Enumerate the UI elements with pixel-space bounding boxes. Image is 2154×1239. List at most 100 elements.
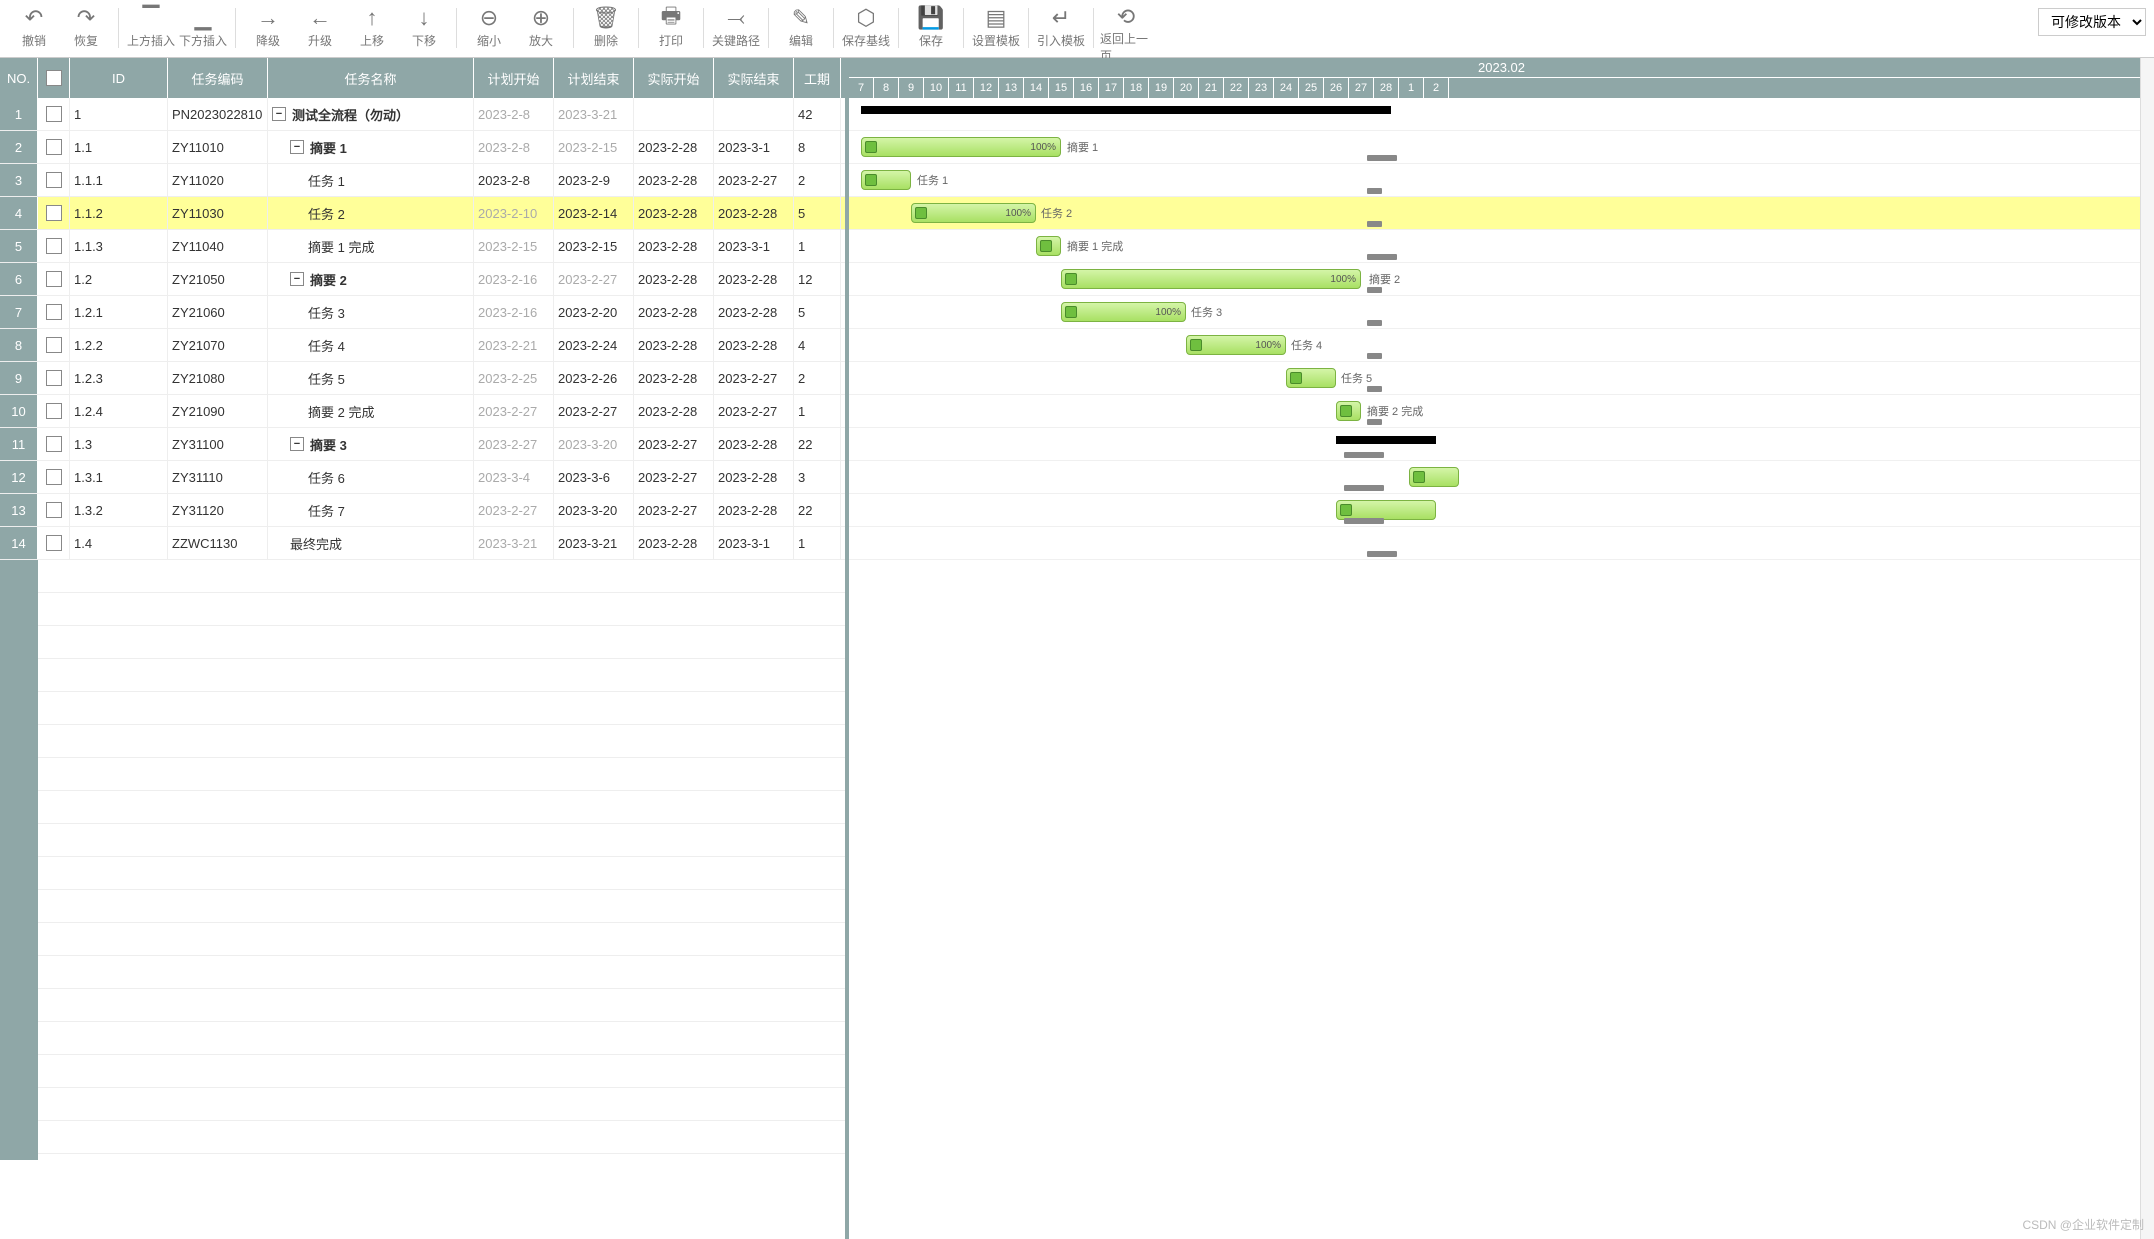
cell-actual-start[interactable]: 2023-2-28 bbox=[634, 395, 714, 427]
cell-duration[interactable]: 5 bbox=[794, 296, 841, 328]
move-up-button[interactable]: ↑上移 bbox=[346, 4, 398, 54]
row-checkbox[interactable] bbox=[46, 205, 62, 221]
cell-id[interactable]: 1.1.3 bbox=[70, 230, 168, 262]
back-button[interactable]: ⟲返回上一页 bbox=[1100, 4, 1152, 54]
cell-name[interactable]: 摘要 2 完成 bbox=[268, 395, 474, 427]
timeline-day[interactable]: 20 bbox=[1174, 78, 1199, 98]
gantt-bar[interactable] bbox=[1036, 236, 1061, 256]
save-button[interactable]: 💾保存 bbox=[905, 4, 957, 54]
table-row[interactable]: 141.4ZZWC1130最终完成2023-3-212023-3-212023-… bbox=[0, 527, 845, 560]
cell-plan-end[interactable]: 2023-3-21 bbox=[554, 527, 634, 559]
cell-duration[interactable]: 4 bbox=[794, 329, 841, 361]
zoom-in-button[interactable]: ⊕放大 bbox=[515, 4, 567, 54]
cell-plan-start[interactable]: 2023-2-21 bbox=[474, 329, 554, 361]
timeline-day[interactable]: 10 bbox=[924, 78, 949, 98]
cell-duration[interactable]: 42 bbox=[794, 98, 841, 130]
timeline-day[interactable]: 18 bbox=[1124, 78, 1149, 98]
row-checkbox[interactable] bbox=[46, 139, 62, 155]
gantt-row[interactable]: 100%任务 3 bbox=[849, 296, 2154, 329]
cell-plan-end[interactable]: 2023-3-20 bbox=[554, 494, 634, 526]
table-row[interactable]: 121.3.1ZY31110任务 62023-3-42023-3-62023-2… bbox=[0, 461, 845, 494]
cell-name[interactable]: 最终完成 bbox=[268, 527, 474, 559]
table-row[interactable]: 61.2ZY21050−摘要 22023-2-162023-2-272023-2… bbox=[0, 263, 845, 296]
timeline-day[interactable]: 23 bbox=[1249, 78, 1274, 98]
expand-icon[interactable]: − bbox=[290, 437, 304, 451]
redo-button[interactable]: ↷恢复 bbox=[60, 4, 112, 54]
indent-button[interactable]: ←升级 bbox=[294, 4, 346, 54]
cell-plan-start[interactable]: 2023-3-4 bbox=[474, 461, 554, 493]
cell-plan-start[interactable]: 2023-2-16 bbox=[474, 296, 554, 328]
progress-handle-icon[interactable] bbox=[1190, 339, 1202, 351]
undo-button[interactable]: ↶撤销 bbox=[8, 4, 60, 54]
set-template-button[interactable]: ▤设置模板 bbox=[970, 4, 1022, 54]
cell-plan-end[interactable]: 2023-3-20 bbox=[554, 428, 634, 460]
cell-duration[interactable]: 1 bbox=[794, 395, 841, 427]
progress-handle-icon[interactable] bbox=[1040, 240, 1052, 252]
table-row[interactable]: 131.3.2ZY31120任务 72023-2-272023-3-202023… bbox=[0, 494, 845, 527]
cell-actual-end[interactable]: 2023-2-27 bbox=[714, 395, 794, 427]
row-checkbox[interactable] bbox=[46, 238, 62, 254]
cell-id[interactable]: 1.1.1 bbox=[70, 164, 168, 196]
timeline-day[interactable]: 26 bbox=[1324, 78, 1349, 98]
cell-code[interactable]: ZY11010 bbox=[168, 131, 268, 163]
gantt-row[interactable]: 任务 1 bbox=[849, 164, 2154, 197]
cell-id[interactable]: 1.3.2 bbox=[70, 494, 168, 526]
table-row[interactable]: 21.1ZY11010−摘要 12023-2-82023-2-152023-2-… bbox=[0, 131, 845, 164]
gantt-row[interactable] bbox=[849, 428, 2154, 461]
cell-duration[interactable]: 1 bbox=[794, 230, 841, 262]
save-baseline-button[interactable]: ⬡保存基线 bbox=[840, 4, 892, 54]
cell-code[interactable]: ZY11040 bbox=[168, 230, 268, 262]
progress-handle-icon[interactable] bbox=[1065, 306, 1077, 318]
col-header-name[interactable]: 任务名称 bbox=[268, 58, 474, 98]
edit-button[interactable]: ✎编辑 bbox=[775, 4, 827, 54]
table-row[interactable]: 81.2.2ZY21070任务 42023-2-212023-2-242023-… bbox=[0, 329, 845, 362]
cell-actual-start[interactable]: 2023-2-28 bbox=[634, 296, 714, 328]
cell-code[interactable]: ZY21060 bbox=[168, 296, 268, 328]
gantt-bar[interactable] bbox=[1336, 436, 1436, 444]
gantt-bar[interactable] bbox=[1336, 401, 1361, 421]
timeline-day[interactable]: 16 bbox=[1074, 78, 1099, 98]
gantt-row[interactable]: 100%任务 4 bbox=[849, 329, 2154, 362]
timeline-day[interactable]: 8 bbox=[874, 78, 899, 98]
progress-handle-icon[interactable] bbox=[865, 141, 877, 153]
cell-actual-start[interactable]: 2023-2-27 bbox=[634, 494, 714, 526]
cell-id[interactable]: 1.2.4 bbox=[70, 395, 168, 427]
table-row[interactable]: 101.2.4ZY21090摘要 2 完成2023-2-272023-2-272… bbox=[0, 395, 845, 428]
cell-actual-end[interactable]: 2023-2-28 bbox=[714, 461, 794, 493]
cell-code[interactable]: ZY31100 bbox=[168, 428, 268, 460]
cell-id[interactable]: 1.3.1 bbox=[70, 461, 168, 493]
cell-actual-end[interactable]: 2023-2-27 bbox=[714, 164, 794, 196]
cell-actual-end[interactable]: 2023-2-28 bbox=[714, 263, 794, 295]
col-header-duration[interactable]: 工期 bbox=[794, 58, 841, 98]
cell-plan-end[interactable]: 2023-2-15 bbox=[554, 131, 634, 163]
col-header-code[interactable]: 任务编码 bbox=[168, 58, 268, 98]
expand-icon[interactable]: − bbox=[272, 107, 286, 121]
cell-plan-end[interactable]: 2023-2-9 bbox=[554, 164, 634, 196]
cell-actual-end[interactable]: 2023-2-28 bbox=[714, 296, 794, 328]
cell-actual-start[interactable]: 2023-2-28 bbox=[634, 164, 714, 196]
zoom-out-button[interactable]: ⊖缩小 bbox=[463, 4, 515, 54]
timeline-day[interactable]: 19 bbox=[1149, 78, 1174, 98]
cell-name[interactable]: 摘要 1 完成 bbox=[268, 230, 474, 262]
cell-actual-end[interactable] bbox=[714, 98, 794, 130]
cell-plan-end[interactable]: 2023-2-27 bbox=[554, 395, 634, 427]
cell-actual-start[interactable] bbox=[634, 98, 714, 130]
table-row[interactable]: 71.2.1ZY21060任务 32023-2-162023-2-202023-… bbox=[0, 296, 845, 329]
cell-actual-start[interactable]: 2023-2-28 bbox=[634, 263, 714, 295]
cell-plan-start[interactable]: 2023-2-27 bbox=[474, 428, 554, 460]
cell-actual-end[interactable]: 2023-2-28 bbox=[714, 428, 794, 460]
col-header-no[interactable]: NO. bbox=[0, 58, 38, 98]
timeline-day[interactable]: 9 bbox=[899, 78, 924, 98]
cell-actual-start[interactable]: 2023-2-28 bbox=[634, 197, 714, 229]
cell-name[interactable]: 任务 3 bbox=[268, 296, 474, 328]
cell-duration[interactable]: 8 bbox=[794, 131, 841, 163]
progress-handle-icon[interactable] bbox=[1340, 405, 1352, 417]
version-select[interactable]: 可修改版本 bbox=[2038, 8, 2146, 36]
timeline-day[interactable]: 15 bbox=[1049, 78, 1074, 98]
col-header-actual-start[interactable]: 实际开始 bbox=[634, 58, 714, 98]
insert-below-button[interactable]: ▁下方插入 bbox=[177, 4, 229, 54]
cell-actual-end[interactable]: 2023-2-27 bbox=[714, 362, 794, 394]
timeline-day[interactable]: 22 bbox=[1224, 78, 1249, 98]
col-header-checkbox[interactable] bbox=[38, 58, 70, 98]
cell-actual-end[interactable]: 2023-3-1 bbox=[714, 230, 794, 262]
